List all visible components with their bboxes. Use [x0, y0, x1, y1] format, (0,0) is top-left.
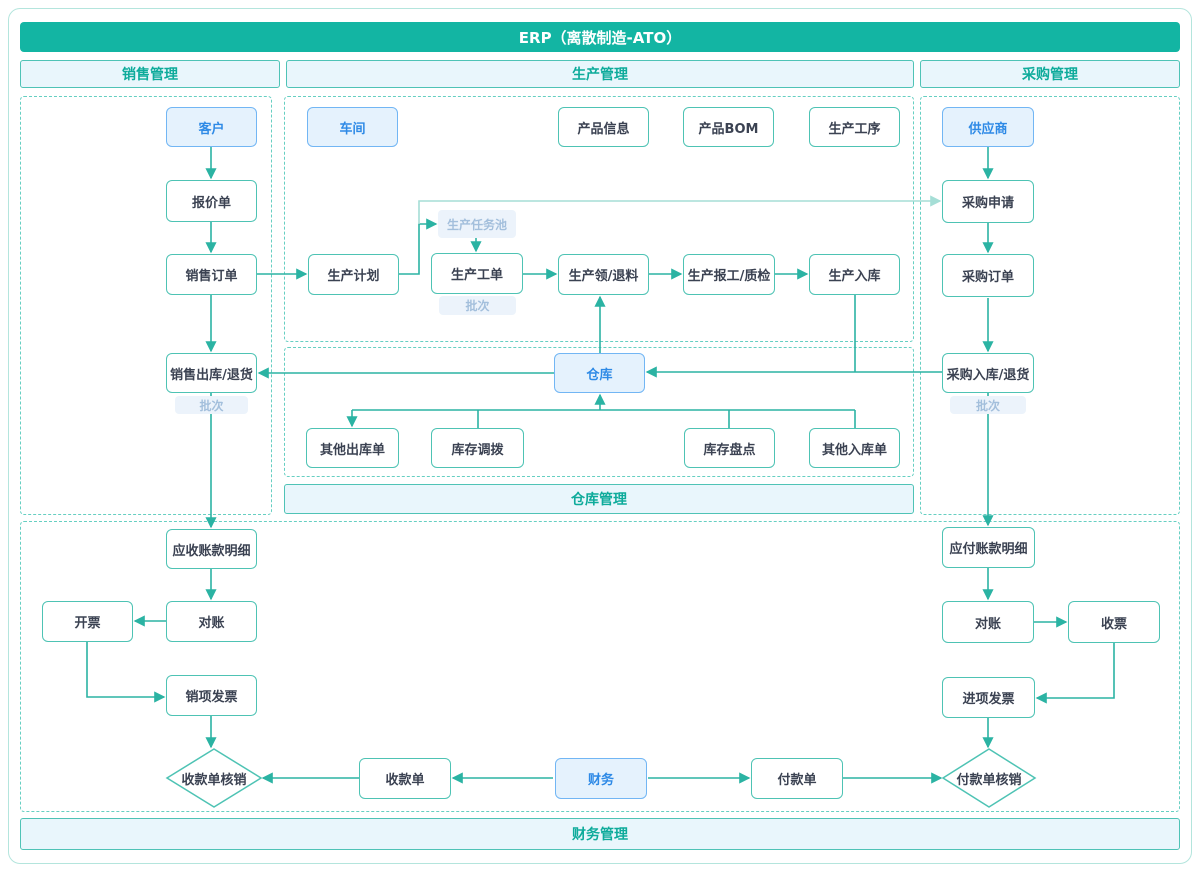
node-ap-detail: 应付账款明细	[942, 527, 1035, 568]
node-supplier: 供应商	[942, 107, 1034, 147]
node-production-material: 生产领/退料	[558, 254, 649, 295]
node-purchase-invoice: 进项发票	[942, 677, 1035, 718]
section-header-finance: 财务管理	[20, 818, 1180, 850]
node-workshop: 车间	[307, 107, 398, 147]
node-sales-outbound: 销售出库/退货	[166, 353, 257, 393]
node-purchase-request: 采购申请	[942, 180, 1034, 223]
node-other-outbound: 其他出库单	[306, 428, 399, 468]
node-ar-detail: 应收账款明细	[166, 529, 257, 569]
badge-production-task-pool: 生产任务池	[438, 210, 516, 238]
node-purchase-inbound: 采购入库/退货	[942, 353, 1034, 393]
arrow-ticket-purchaseinvoice	[1037, 643, 1114, 698]
node-sales-invoice: 销项发票	[166, 675, 257, 716]
node-purchase-order: 采购订单	[942, 254, 1034, 297]
section-header-sales: 销售管理	[20, 60, 280, 88]
node-production-inbound: 生产入库	[809, 254, 900, 295]
node-production-plan: 生产计划	[308, 254, 399, 295]
badge-batch-purchase-inbound: 批次	[950, 396, 1026, 414]
node-invoicing: 开票	[42, 601, 133, 642]
node-receipt: 收款单	[359, 758, 451, 799]
section-header-production: 生产管理	[286, 60, 914, 88]
node-payment: 付款单	[751, 758, 843, 799]
node-production-process: 生产工序	[809, 107, 900, 147]
section-header-purchase: 采购管理	[920, 60, 1180, 88]
node-reconciliation-left: 对账	[166, 601, 257, 642]
badge-batch-work-order: 批次	[439, 296, 516, 315]
label-receipt-writeoff: 收款单核销	[167, 764, 261, 792]
node-production-work-order: 生产工单	[431, 253, 523, 294]
node-product-info: 产品信息	[558, 107, 649, 147]
node-customer: 客户	[166, 107, 257, 147]
node-inventory-check: 库存盘点	[684, 428, 775, 468]
node-product-bom: 产品BOM	[683, 107, 774, 147]
title-banner: ERP（离散制造-ATO）	[20, 22, 1180, 52]
node-sales-order: 销售订单	[166, 254, 257, 295]
node-quotation: 报价单	[166, 180, 257, 222]
section-header-warehouse: 仓库管理	[284, 484, 914, 514]
label-payment-writeoff: 付款单核销	[942, 764, 1036, 792]
node-finance: 财务	[555, 758, 647, 799]
node-other-inbound: 其他入库单	[809, 428, 900, 468]
node-reconciliation-right: 对账	[942, 601, 1034, 643]
node-ticket-receive: 收票	[1068, 601, 1160, 643]
node-production-report-qc: 生产报工/质检	[683, 254, 775, 295]
erp-flow-diagram: ERP（离散制造-ATO） 销售管理 生产管理 采购管理 仓库管理 财务管理	[0, 0, 1200, 872]
badge-batch-sales-outbound: 批次	[175, 396, 248, 414]
arrow-invoicing-salesinvoice	[87, 642, 164, 697]
node-inventory-transfer: 库存调拨	[431, 428, 524, 468]
node-warehouse: 仓库	[554, 353, 645, 393]
